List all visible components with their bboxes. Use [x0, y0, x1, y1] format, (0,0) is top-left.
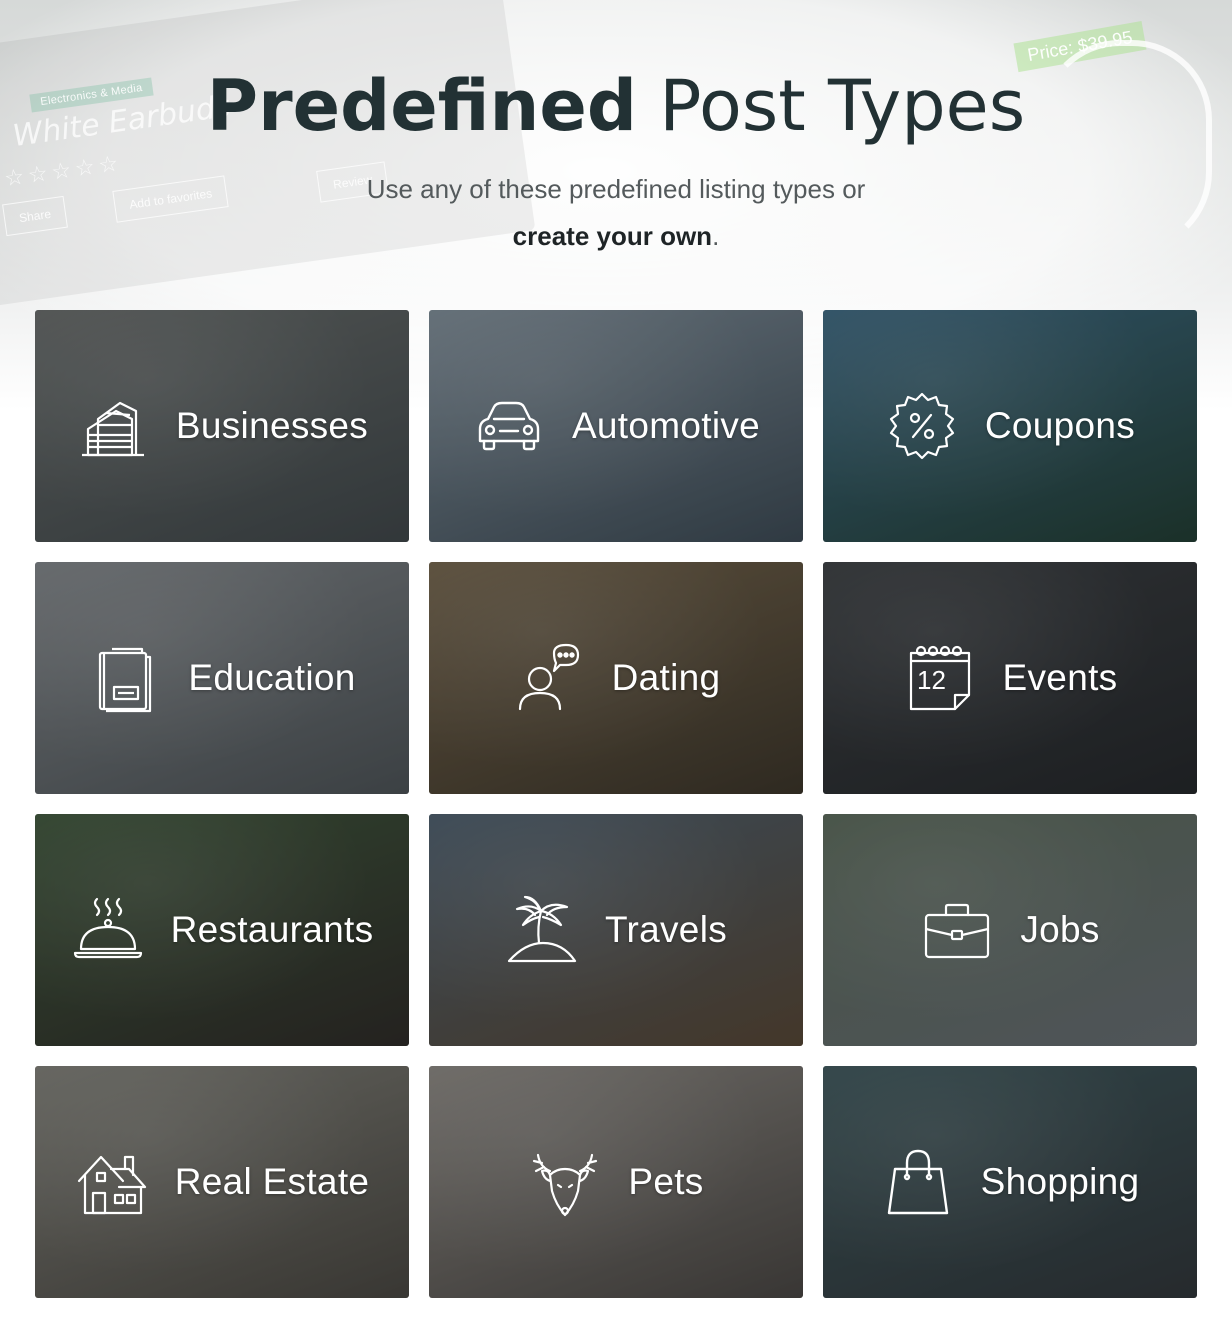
background-product-card — [0, 0, 536, 308]
tile-events[interactable]: 12 Events — [823, 562, 1197, 794]
book-icon — [88, 641, 162, 715]
page-subtitle: Use any of these predefined listing type… — [366, 174, 866, 204]
tile-jobs[interactable]: Jobs — [823, 814, 1197, 1046]
tile-education[interactable]: Education — [35, 562, 409, 794]
tile-label: Events — [1002, 657, 1118, 698]
page-title-strong: Predefined — [206, 65, 637, 147]
house-icon — [75, 1145, 149, 1219]
tile-label: Restaurants — [170, 909, 374, 950]
tile-real-estate[interactable]: Real Estate — [35, 1066, 409, 1298]
tile-label: Automotive — [571, 405, 761, 446]
tile-restaurants[interactable]: Restaurants — [35, 814, 409, 1046]
tile-label: Pets — [628, 1161, 704, 1202]
tile-shopping[interactable]: Shopping — [823, 1066, 1197, 1298]
shopping-bag-icon — [881, 1145, 955, 1219]
tile-automotive[interactable]: Automotive — [429, 310, 803, 542]
tile-dating[interactable]: Dating — [429, 562, 803, 794]
tile-label: Businesses — [175, 405, 369, 446]
person-chat-icon — [512, 641, 586, 715]
calendar-icon: 12 — [903, 641, 977, 715]
tile-label: Shopping — [980, 1161, 1140, 1202]
car-icon — [472, 389, 546, 463]
svg-text:12: 12 — [917, 665, 946, 695]
tile-label: Real Estate — [174, 1161, 370, 1202]
tile-label: Travels — [604, 909, 728, 950]
building-icon — [76, 389, 150, 463]
briefcase-icon — [920, 893, 994, 967]
palm-island-icon — [505, 893, 579, 967]
tile-pets[interactable]: Pets — [429, 1066, 803, 1298]
tile-travels[interactable]: Travels — [429, 814, 803, 1046]
tile-label: Coupons — [984, 405, 1136, 446]
deer-icon — [528, 1145, 602, 1219]
tile-businesses[interactable]: Businesses — [35, 310, 409, 542]
page-title: Predefined Post Types — [0, 64, 1232, 148]
subtitle-bold-text: create your own — [512, 221, 713, 251]
tile-label: Jobs — [1020, 909, 1100, 950]
tile-label: Education — [188, 657, 356, 698]
tile-label: Dating — [611, 657, 721, 698]
cloche-icon — [71, 893, 145, 967]
coupon-badge-icon — [885, 389, 959, 463]
tile-coupons[interactable]: Coupons — [823, 310, 1197, 542]
subtitle-end: . — [712, 221, 720, 251]
page-subtitle-line2: create your own. — [0, 219, 1232, 253]
page-title-light: Post Types — [659, 65, 1026, 147]
